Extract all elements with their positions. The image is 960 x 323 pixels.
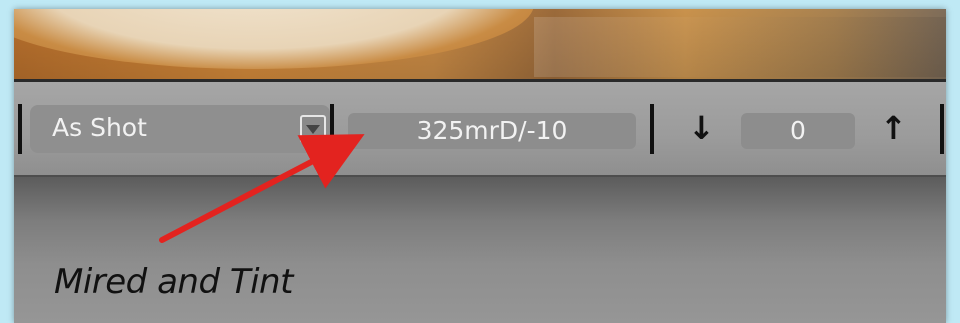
toolbar-separator — [650, 104, 654, 154]
toolbar-separator — [18, 104, 22, 154]
white-balance-toolbar: As Shot 325mrD/-10 ↓ 0 ↑ — [14, 79, 946, 177]
toolbar-separator — [330, 104, 334, 154]
white-balance-preset-dropdown[interactable]: As Shot — [30, 105, 330, 153]
annotation-caption: Mired and Tint — [54, 262, 293, 302]
plate-image-detail — [14, 9, 534, 69]
glass-image-detail — [534, 17, 946, 77]
dropdown-toggle-button[interactable] — [300, 115, 326, 143]
toolbar-separator — [940, 104, 944, 154]
arrow-down-icon[interactable]: ↓ — [688, 108, 715, 148]
step-value-field[interactable]: 0 — [741, 113, 855, 149]
image-preview — [14, 9, 946, 79]
triangle-down-icon — [306, 125, 320, 134]
white-balance-preset-label: As Shot — [52, 113, 147, 142]
arrow-up-icon[interactable]: ↑ — [880, 108, 907, 148]
mired-tint-field[interactable]: 325mrD/-10 — [348, 113, 636, 149]
